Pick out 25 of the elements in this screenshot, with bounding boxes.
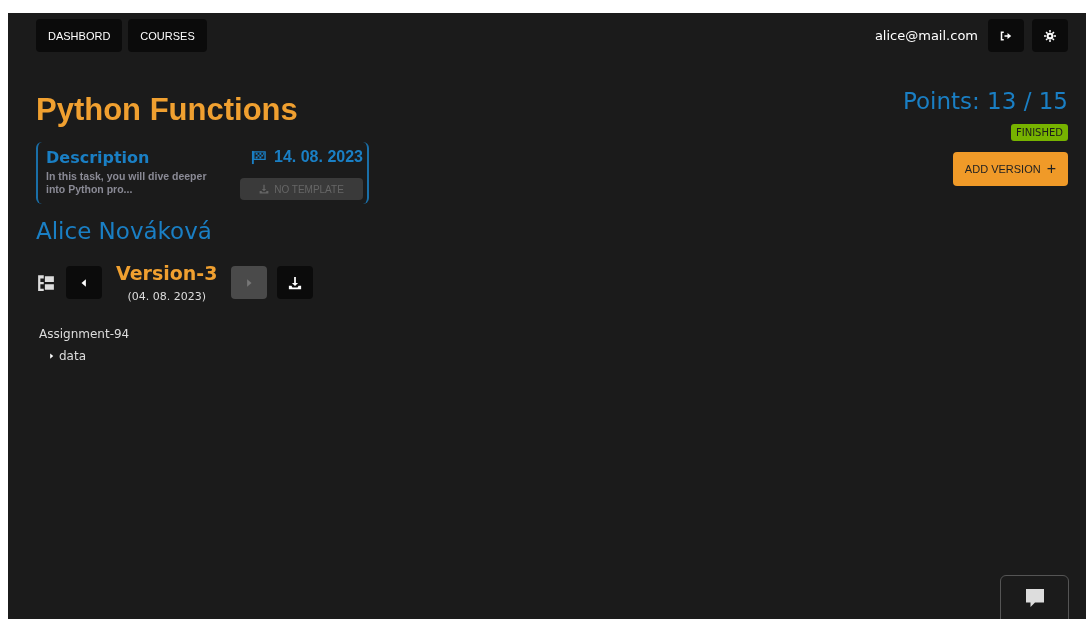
nav-button[interactable]: COURSES: [128, 19, 207, 52]
description-text: In this task, you will dive deeper into Python pro...: [46, 170, 208, 196]
nav-button[interactable]: DASHBORD: [36, 19, 123, 52]
deadline-date: 14. 08. 2023: [274, 148, 363, 166]
version-name: Version-3: [116, 262, 218, 284]
download-icon: [288, 275, 303, 290]
task-title: Python Functions: [36, 92, 299, 128]
status-badge: FINISHED: [1010, 124, 1068, 141]
tree-icon: [36, 273, 56, 292]
logout-button[interactable]: [988, 19, 1024, 52]
folder-name[interactable]: Assignment-94: [36, 327, 369, 341]
download-button[interactable]: [277, 266, 314, 299]
folder-name[interactable]: data: [59, 349, 87, 363]
flag-icon: [251, 149, 267, 165]
add-version-button[interactable]: ADD VERSION +: [952, 152, 1068, 186]
settings-button[interactable]: [1032, 19, 1068, 52]
chat-button[interactable]: [1000, 575, 1069, 619]
version-date: (04. 08. 2023): [127, 290, 206, 303]
user-email: alice@mail.com: [874, 28, 978, 43]
student-name: Alice Nováková: [36, 218, 213, 244]
logout-icon: [1000, 29, 1012, 42]
settings-icon: [1044, 29, 1056, 42]
download-icon: [259, 184, 270, 194]
points-score: Points: 13 / 15: [902, 88, 1068, 114]
description-heading: Description: [46, 148, 151, 167]
